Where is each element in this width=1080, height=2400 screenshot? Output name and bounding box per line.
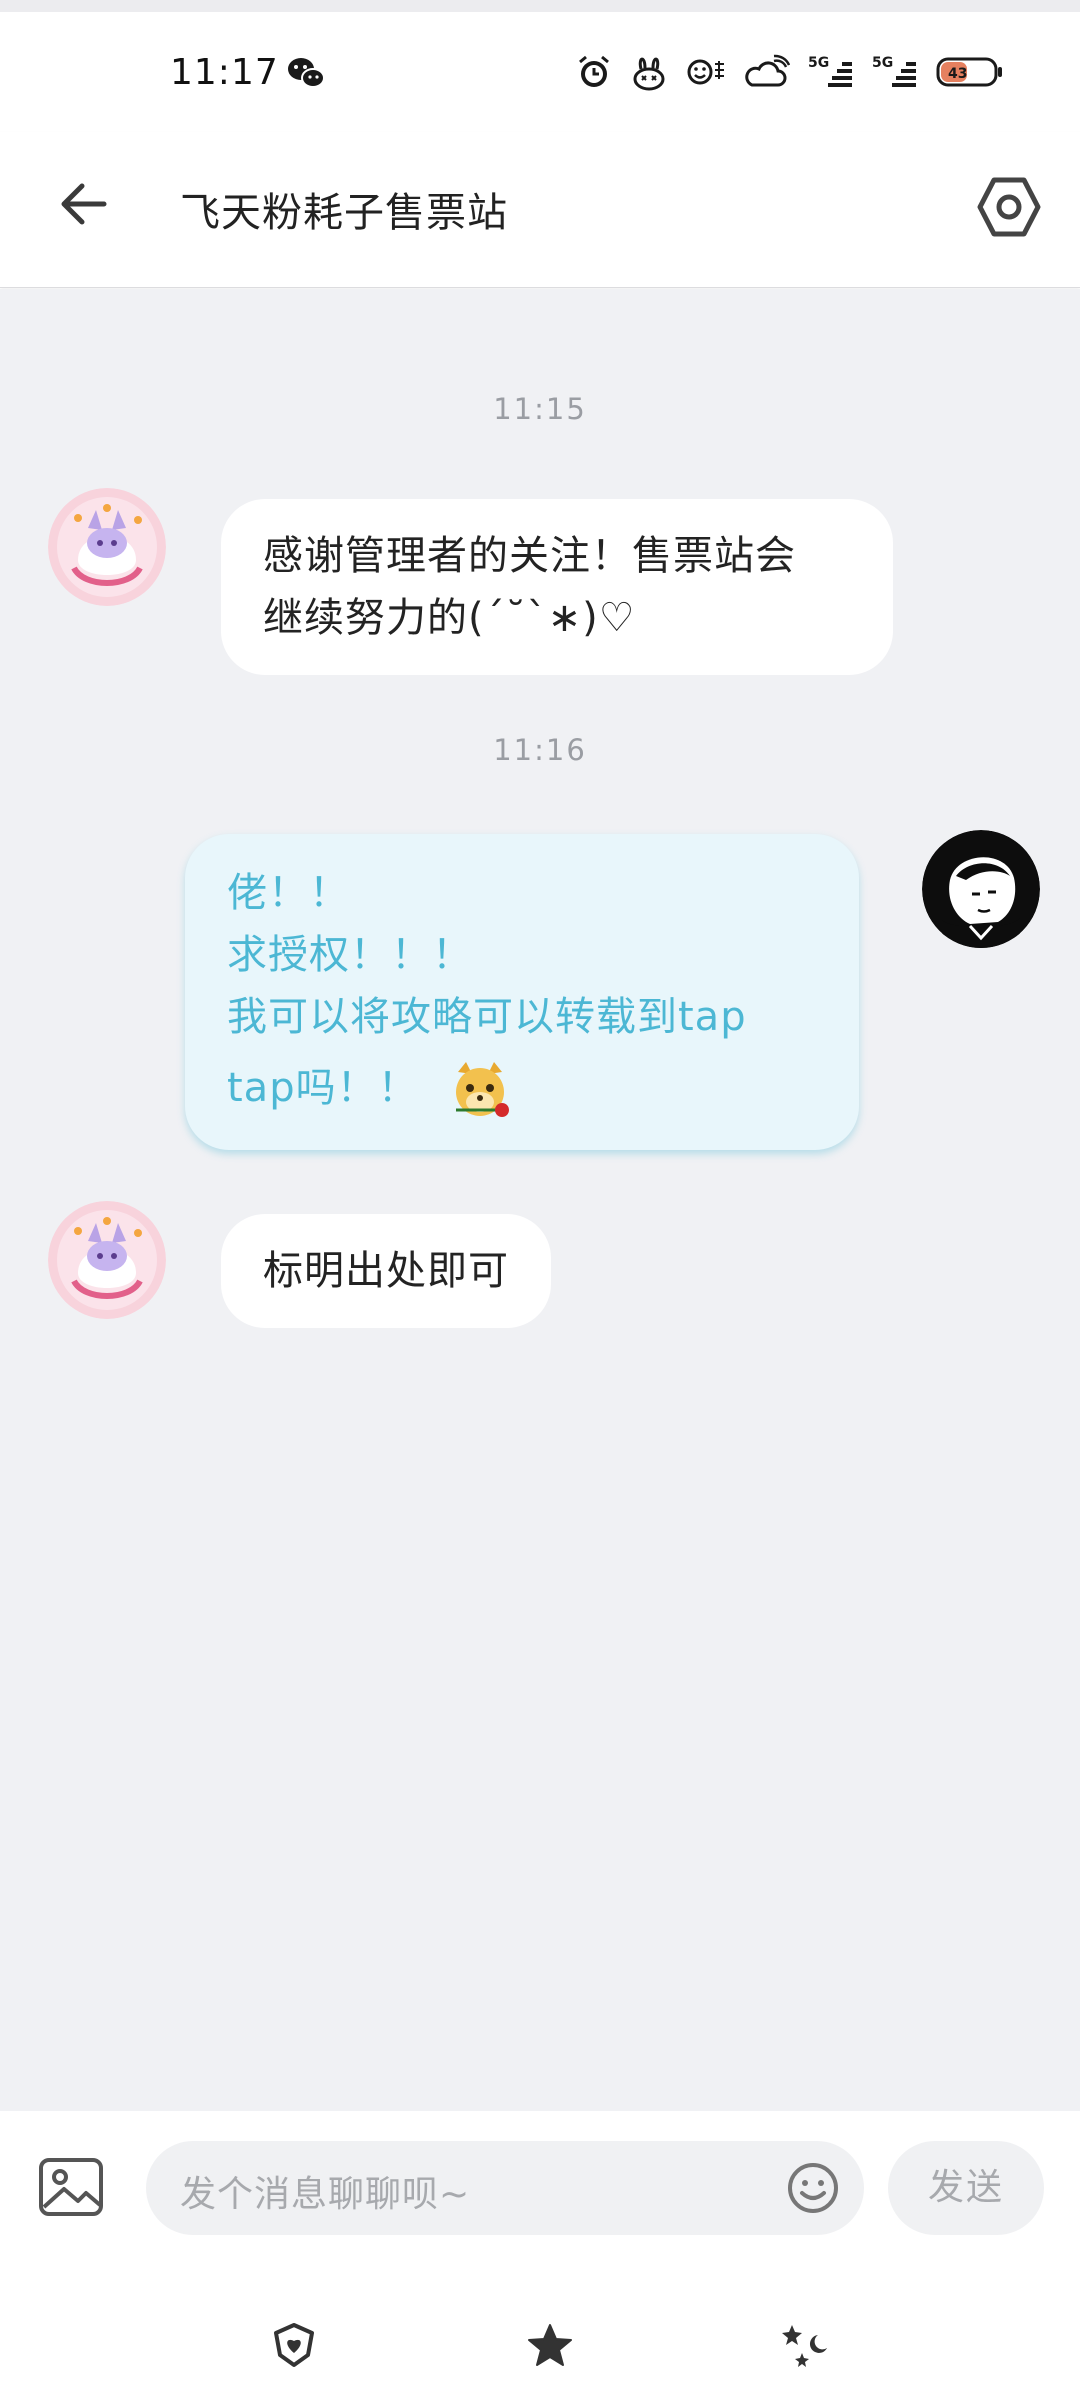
message-line: 求授权！！！ — [227, 932, 473, 978]
message-line: 佬！！ — [227, 870, 350, 916]
back-arrow-icon[interactable] — [52, 172, 116, 236]
avatar[interactable] — [48, 1201, 166, 1319]
stars-moon-icon[interactable] — [782, 2321, 830, 2369]
avatar[interactable] — [922, 830, 1040, 948]
message-line: tap吗！！ — [227, 1048, 817, 1128]
status-time: 11:17 — [170, 52, 279, 93]
settings-icon[interactable] — [974, 172, 1044, 242]
status-icons: 5G 5G 43 — [576, 50, 1004, 94]
send-button[interactable]: 发送 — [888, 2141, 1044, 2235]
emoji-icon[interactable] — [786, 2161, 840, 2215]
avatar[interactable] — [48, 786, 166, 904]
sent-message-bubble[interactable]: 佬！！ 求授权！！！ 我可以将攻略可以转载到tap tap吗！！ — [185, 834, 859, 1150]
battery-icon: 43 — [936, 57, 1002, 87]
svg-text:5G: 5G — [872, 55, 893, 71]
message-input[interactable]: 发个消息聊聊呗~ — [146, 2141, 864, 2235]
title-bar: 飞天粉耗子售票站 — [0, 132, 1080, 288]
message-line-text: tap吗！！ — [227, 1065, 419, 1111]
message-line: 感谢管理者的关注！售票站会 — [263, 533, 796, 579]
signal-5g-icon: 5G — [808, 55, 852, 87]
top-strip — [0, 0, 1080, 12]
star-icon[interactable] — [526, 2321, 574, 2369]
message-timestamp: 11:15 — [493, 392, 587, 426]
svg-text:5G: 5G — [808, 55, 829, 71]
cloud-wifi-icon — [745, 54, 790, 87]
avatar[interactable] — [48, 488, 166, 606]
message-line: 标明出处即可 — [263, 1248, 509, 1294]
image-icon[interactable] — [38, 2157, 104, 2217]
received-message-bubble[interactable]: 感谢管理者的关注！售票站会 继续努力的(´˘`∗)♡ — [221, 499, 893, 675]
signal-5g-icon: 5G — [872, 55, 916, 87]
chat-area[interactable]: 11:15 感谢管理者的关注！售票站会 继续努力的(´˘`∗)♡ 11:16 佬… — [0, 289, 1080, 2111]
wechat-icon — [288, 58, 325, 88]
shield-heart-icon[interactable] — [270, 2321, 318, 2369]
received-message-bubble[interactable]: 标明出处即可 — [221, 1214, 551, 1328]
alarm-icon — [579, 55, 609, 87]
ticket-station-avatar-icon — [48, 488, 166, 606]
conversation-title: 飞天粉耗子售票站 — [180, 190, 508, 236]
bunny-icon — [633, 57, 665, 91]
svg-text:43: 43 — [948, 66, 967, 82]
message-timestamp: 11:16 — [493, 733, 587, 767]
dog-with-rose-emoji — [456, 1062, 510, 1117]
input-placeholder: 发个消息聊聊呗~ — [180, 2174, 471, 2215]
message-line: 继续努力的(´˘`∗)♡ — [263, 595, 636, 641]
face-icon — [687, 59, 724, 85]
message-input-bar: 发个消息聊聊呗~ 发送 — [0, 2111, 1080, 2400]
message-line: 我可以将攻略可以转载到tap — [227, 994, 747, 1040]
ticket-station-avatar-icon — [48, 1201, 166, 1319]
user-avatar-icon — [922, 830, 1040, 948]
status-bar: 11:17 5G 5G 43 — [0, 12, 1080, 132]
